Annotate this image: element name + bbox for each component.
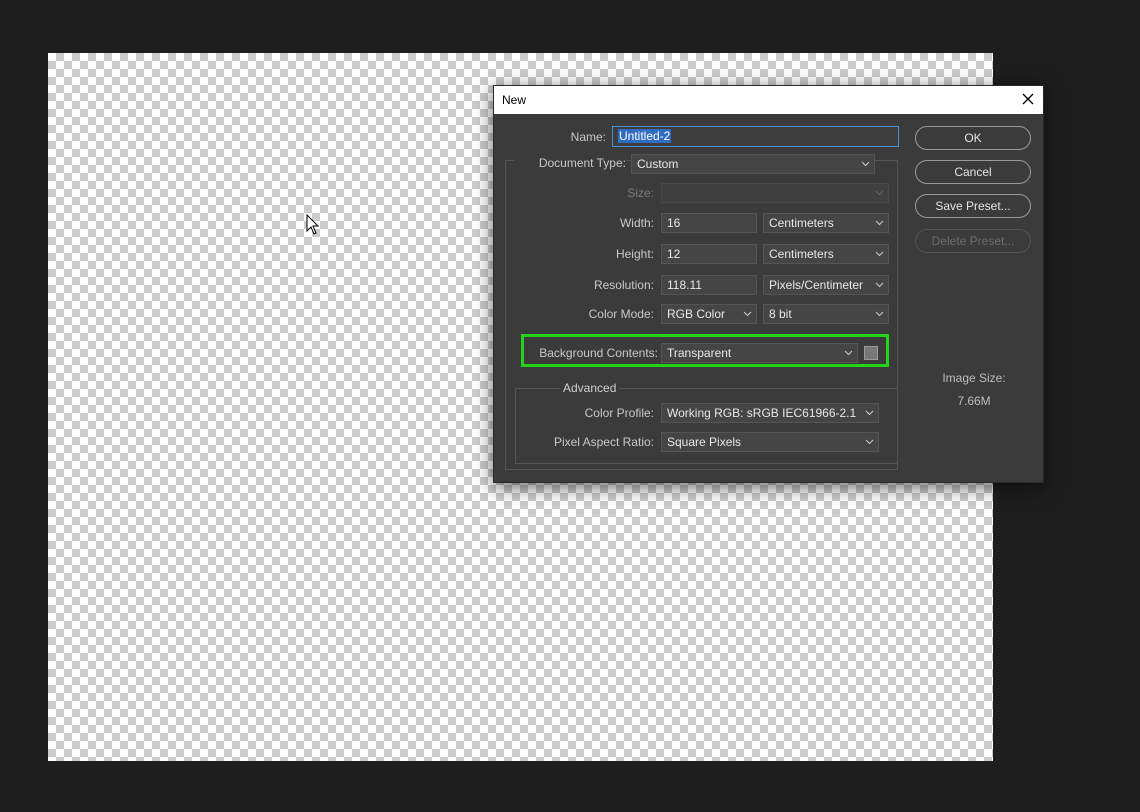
- image-size-label: Image Size:: [942, 371, 1006, 385]
- color-profile-select[interactable]: Working RGB: sRGB IEC61966-2.1: [661, 403, 879, 423]
- chevron-down-icon: [875, 282, 884, 288]
- color-mode-select[interactable]: RGB Color: [661, 304, 757, 324]
- document-type-value: Custom: [637, 157, 679, 171]
- color-mode-value: RGB Color: [667, 307, 726, 321]
- background-contents-label: Background Contents:: [539, 346, 658, 360]
- height-unit-value: Centimeters: [769, 247, 834, 261]
- color-mode-label: Color Mode:: [588, 307, 654, 321]
- chevron-down-icon: [743, 311, 752, 317]
- height-label: Height:: [615, 247, 654, 261]
- width-value: 16: [667, 216, 681, 230]
- size-select[interactable]: [661, 183, 889, 203]
- chevron-down-icon: [865, 439, 874, 445]
- name-value: Untitled-2: [618, 129, 672, 143]
- new-document-dialog: New Name: Untitled-2 Document Type: Cust…: [493, 85, 1044, 483]
- dialog-titlebar: New: [494, 86, 1043, 114]
- save-preset-button[interactable]: Save Preset...: [915, 194, 1031, 218]
- name-label: Name:: [570, 130, 606, 144]
- pixel-aspect-ratio-select[interactable]: Square Pixels: [661, 432, 879, 452]
- document-type-select[interactable]: Custom: [631, 154, 875, 174]
- cancel-button[interactable]: Cancel: [915, 160, 1031, 184]
- bit-depth-value: 8 bit: [769, 307, 792, 321]
- pixel-aspect-ratio-value: Square Pixels: [667, 435, 742, 449]
- height-value: 12: [667, 247, 681, 261]
- width-unit-select[interactable]: Centimeters: [763, 213, 889, 233]
- chevron-down-icon: [875, 311, 884, 317]
- chevron-down-icon: [875, 190, 884, 196]
- mouse-cursor-icon: [306, 214, 320, 235]
- width-input[interactable]: 16: [661, 213, 757, 233]
- width-unit-value: Centimeters: [769, 216, 834, 230]
- height-input[interactable]: 12: [661, 244, 757, 264]
- advanced-group: [515, 388, 898, 464]
- advanced-label[interactable]: Advanced: [560, 381, 620, 395]
- close-icon[interactable]: [1021, 92, 1035, 106]
- background-contents-select[interactable]: Transparent: [661, 343, 858, 363]
- chevron-down-icon: [865, 410, 874, 416]
- chevron-down-icon: [875, 251, 884, 257]
- color-profile-label: Color Profile:: [584, 406, 654, 420]
- height-unit-select[interactable]: Centimeters: [763, 244, 889, 264]
- resolution-label: Resolution:: [593, 278, 654, 292]
- resolution-unit-value: Pixels/Centimeter: [769, 278, 864, 292]
- image-size-value: 7.66M: [957, 394, 991, 408]
- color-profile-value: Working RGB: sRGB IEC61966-2.1: [667, 406, 857, 420]
- size-label: Size:: [627, 186, 654, 200]
- delete-preset-button[interactable]: Delete Preset...: [915, 229, 1031, 253]
- width-label: Width:: [619, 216, 654, 230]
- document-type-label: Document Type:: [514, 156, 626, 170]
- resolution-unit-select[interactable]: Pixels/Centimeter: [763, 275, 889, 295]
- ok-button[interactable]: OK: [915, 126, 1031, 150]
- chevron-down-icon: [861, 161, 870, 167]
- resolution-input[interactable]: 118.11: [661, 275, 757, 295]
- background-contents-value: Transparent: [667, 346, 732, 360]
- dialog-title: New: [502, 93, 527, 107]
- name-input[interactable]: Untitled-2: [612, 126, 899, 147]
- pixel-aspect-ratio-label: Pixel Aspect Ratio:: [553, 435, 654, 449]
- chevron-down-icon: [844, 350, 853, 356]
- background-color-swatch[interactable]: [864, 346, 878, 360]
- chevron-down-icon: [875, 220, 884, 226]
- bit-depth-select[interactable]: 8 bit: [763, 304, 889, 324]
- resolution-value: 118.11: [667, 278, 702, 292]
